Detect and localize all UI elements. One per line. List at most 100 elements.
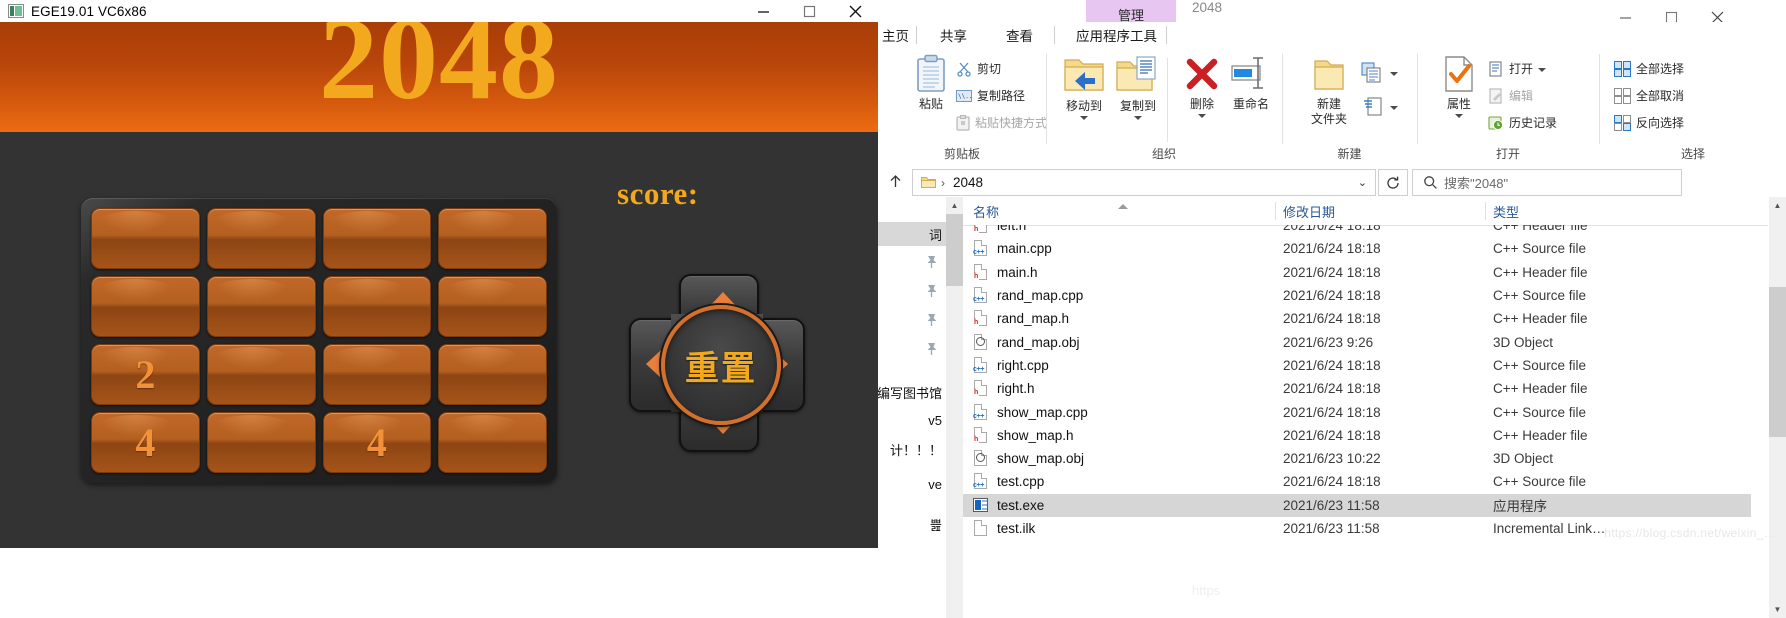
nav-item-label[interactable]: ve	[928, 477, 942, 492]
file-type-cell: C++ Header file	[1493, 427, 1588, 443]
address-path-box[interactable]: › 2048 ⌄	[912, 169, 1376, 196]
move-to-button[interactable]: 移动到	[1055, 54, 1113, 120]
file-type-cell: C++ Source file	[1493, 357, 1587, 373]
file-date-cell: 2021/6/24 18:18	[1283, 427, 1381, 443]
tab-view[interactable]: 查看	[994, 22, 1045, 48]
chevron-down-icon[interactable]	[1538, 67, 1547, 72]
rename-button[interactable]: 重命名	[1223, 54, 1279, 112]
tab-home[interactable]: 主页	[878, 22, 921, 48]
easy-access-button[interactable]	[1363, 96, 1398, 118]
file-type-cell: C++ Source file	[1493, 288, 1587, 304]
nav-item-label[interactable]: 쁦	[930, 515, 942, 534]
new-folder-button[interactable]: 新建 文件夹	[1301, 54, 1357, 127]
table-row[interactable]: test.exe 2021/6/23 11:58 应用程序	[963, 493, 1751, 517]
select-all-button[interactable]: 全部选择	[1614, 60, 1684, 77]
chevron-down-icon[interactable]	[1390, 106, 1398, 110]
scroll-up-icon[interactable]: ▲	[1769, 197, 1786, 214]
copy-path-button-label: 复制路径	[977, 89, 1026, 103]
copy-path-button[interactable]: \\.. 复制路径	[956, 87, 1025, 104]
game-minimize-button[interactable]	[740, 0, 786, 22]
scrollbar-thumb[interactable]	[946, 214, 963, 286]
column-header-date-modified[interactable]: 修改日期	[1283, 197, 1335, 225]
select-none-button[interactable]: 全部取消	[1614, 87, 1684, 104]
select-none-icon	[1614, 87, 1631, 104]
new-folder-button-label: 新建 文件夹	[1310, 97, 1347, 126]
ribbon-group-new-label: 新建	[1337, 147, 1362, 161]
tile: 4	[322, 412, 432, 473]
chevron-down-icon[interactable]	[1198, 114, 1206, 118]
file-date-cell: 2021/6/23 9:26	[1283, 334, 1374, 350]
exe-file-icon	[973, 497, 989, 514]
file-name: main.h	[997, 264, 1038, 280]
up-one-level-button[interactable]	[883, 169, 907, 193]
new-item-icon	[1361, 62, 1381, 83]
copy-to-button[interactable]: 复制到	[1109, 54, 1167, 120]
properties-button[interactable]: 属性	[1430, 54, 1488, 118]
paste-shortcut-button[interactable]: 粘贴快捷方式	[956, 114, 1047, 131]
paste-button[interactable]: 粘贴	[902, 54, 960, 112]
scrollbar-thumb[interactable]	[1769, 287, 1786, 437]
game-maximize-button[interactable]	[786, 0, 832, 22]
table-row[interactable]: h left.h 2021/6/24 18:18 C++ Header file	[963, 225, 1751, 237]
open-button[interactable]: 打开	[1488, 60, 1547, 77]
nav-selected-item[interactable]: 词	[878, 222, 946, 246]
table-row[interactable]: c++ show_map.cpp 2021/6/24 18:18 C++ Source…	[963, 400, 1751, 423]
file-list-scrollbar[interactable]: ▲ ▼	[1769, 197, 1786, 618]
open-button-label: 打开	[1509, 62, 1534, 76]
score-label: score:	[617, 176, 699, 211]
reset-button[interactable]: 重置	[661, 305, 781, 425]
table-row[interactable]: c++ right.cpp 2021/6/24 18:18 C++ Source fi…	[963, 354, 1751, 377]
file-date-cell: 2021/6/23 11:58	[1283, 521, 1380, 536]
tile: 2	[91, 344, 200, 405]
table-row[interactable]: c++ test.cpp 2021/6/24 18:18 C++ Source fil…	[963, 470, 1751, 493]
tile	[438, 344, 547, 405]
nav-item-label[interactable]: 编写图书馆	[878, 383, 942, 402]
chevron-down-icon[interactable]: ⌄	[1358, 176, 1367, 189]
search-icon	[1424, 176, 1437, 189]
column-header-type[interactable]: 类型	[1493, 197, 1519, 225]
chevron-down-icon[interactable]	[1134, 116, 1142, 120]
nav-pane-scrollbar[interactable]: ▲	[946, 197, 963, 618]
select-all-icon	[1614, 60, 1631, 77]
chevron-down-icon[interactable]	[1455, 114, 1463, 118]
table-row[interactable]: h right.h 2021/6/24 18:18 C++ Header file	[963, 377, 1751, 400]
contextual-tab-label: 管理	[1117, 7, 1144, 23]
column-divider[interactable]	[1275, 202, 1276, 220]
dpad-control: 重置	[629, 274, 805, 452]
properties-button-label: 属性	[1446, 97, 1471, 111]
table-row[interactable]: c++ main.cpp 2021/6/24 18:18 C++ Source fil…	[963, 237, 1751, 260]
column-header-name[interactable]: 名称	[973, 197, 999, 225]
cut-button[interactable]: 剪切	[956, 60, 1001, 77]
file-date-cell: 2021/6/23 11:58	[1283, 497, 1380, 513]
chevron-down-icon[interactable]	[1390, 72, 1398, 76]
scroll-up-icon[interactable]: ▲	[946, 197, 963, 214]
new-item-button[interactable]	[1361, 62, 1398, 84]
table-row[interactable]: h main.h 2021/6/24 18:18 C++ Header file	[963, 261, 1751, 284]
nav-item-label[interactable]: v5	[928, 413, 942, 428]
table-row[interactable]: h show_map.h 2021/6/24 18:18 C++ Header fil…	[963, 424, 1751, 447]
file-type-cell: 3D Object	[1493, 451, 1554, 467]
tile-value: 2	[135, 351, 156, 397]
table-row[interactable]: test.ilk 2021/6/23 11:58 Incremental Link…	[963, 517, 1751, 540]
history-button[interactable]: 历史记录	[1488, 114, 1557, 131]
edit-button[interactable]: 编辑	[1488, 87, 1533, 104]
file-date-cell: 2021/6/23 10:22	[1283, 451, 1381, 467]
nav-item-label[interactable]: 计！！！	[890, 440, 942, 459]
tab-share[interactable]: 共享	[928, 22, 979, 48]
table-row[interactable]: rand_map.obj 2021/6/23 9:26 3D Object	[963, 330, 1751, 353]
tab-application-tools[interactable]: 应用程序工具	[1062, 22, 1171, 48]
refresh-button[interactable]	[1378, 169, 1408, 196]
search-input[interactable]: 搜索"2048"	[1444, 173, 1508, 192]
chevron-down-icon[interactable]	[1080, 116, 1088, 120]
search-box[interactable]: 搜索"2048"	[1412, 169, 1682, 196]
invert-selection-button[interactable]: 反向选择	[1614, 114, 1684, 131]
copy-to-button-label: 复制到	[1119, 99, 1156, 113]
scroll-down-icon[interactable]: ▼	[1769, 601, 1786, 618]
table-row[interactable]: c++ rand_map.cpp 2021/6/24 18:18 C++ Source…	[963, 284, 1751, 307]
tile	[91, 208, 200, 269]
table-row[interactable]: show_map.obj 2021/6/23 10:22 3D Object	[963, 447, 1751, 470]
breadcrumb-separator-icon: ›	[941, 175, 945, 190]
game-close-button[interactable]	[832, 0, 878, 22]
column-divider[interactable]	[1485, 202, 1486, 220]
table-row[interactable]: h rand_map.h 2021/6/24 18:18 C++ Header fil…	[963, 307, 1751, 330]
